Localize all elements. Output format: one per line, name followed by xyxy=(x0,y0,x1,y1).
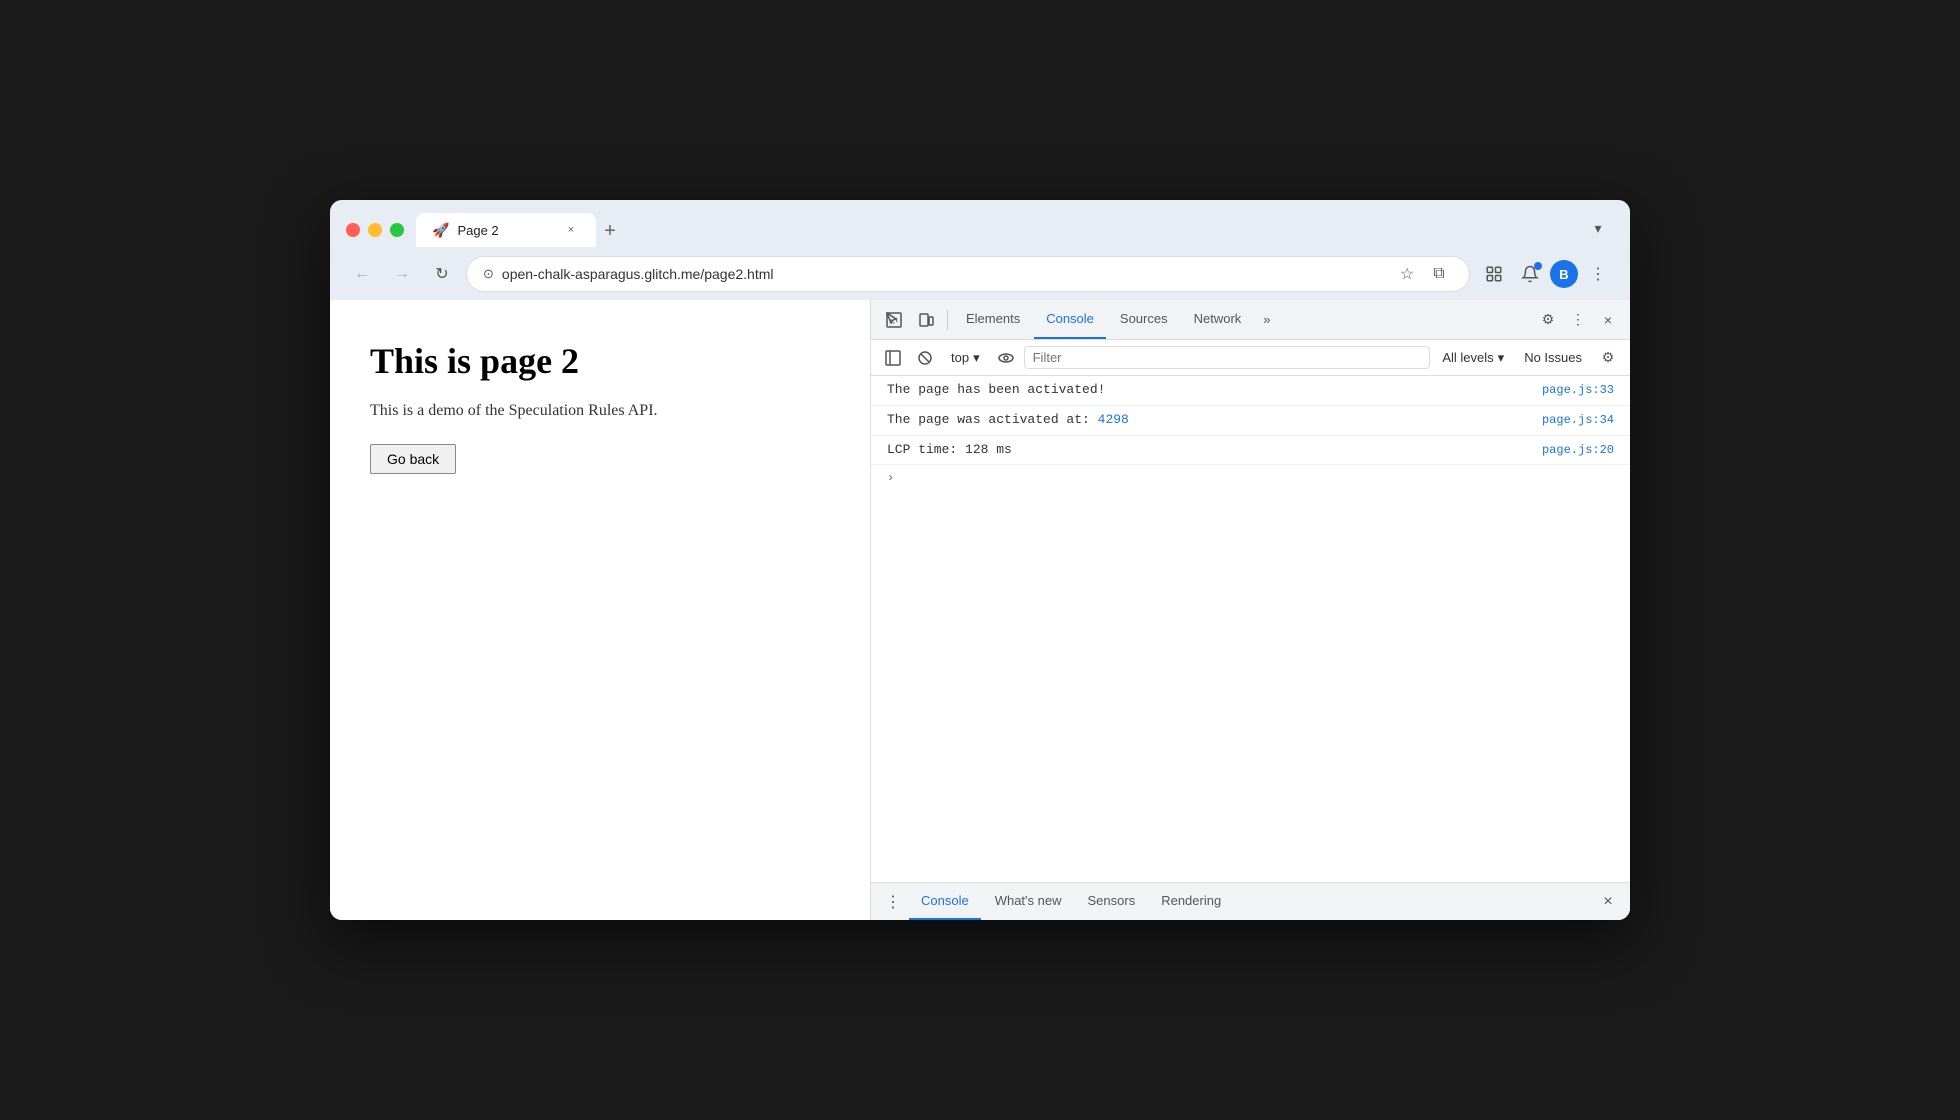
bookmark-button[interactable]: ☆ xyxy=(1393,260,1421,288)
console-context-selector[interactable]: top ▾ xyxy=(943,348,988,368)
console-filter-input[interactable] xyxy=(1024,346,1431,369)
reload-button[interactable]: ↻ xyxy=(426,258,458,290)
extension-button[interactable]: ⧉ xyxy=(1425,260,1453,288)
active-tab[interactable]: 🚀 Page 2 × xyxy=(416,213,596,247)
go-back-button[interactable]: Go back xyxy=(370,444,456,474)
levels-label: All levels xyxy=(1442,350,1493,365)
url-text: open-chalk-asparagus.glitch.me/page2.htm… xyxy=(502,266,1385,282)
drawer-close-button[interactable]: × xyxy=(1594,888,1622,916)
minimize-button[interactable] xyxy=(368,223,382,237)
browser-window: 🚀 Page 2 × + ▾ ← → ↻ ⊙ open-chalk-aspara… xyxy=(330,200,1630,920)
drawer-console-tab[interactable]: Console xyxy=(909,883,981,920)
page-heading: This is page 2 xyxy=(370,340,830,382)
log-entry-2: The page was activated at: 4298 page.js:… xyxy=(871,406,1630,436)
log-link-1[interactable]: page.js:33 xyxy=(1542,381,1614,400)
tab-separator xyxy=(947,310,948,330)
browser-actions: B ⋮ xyxy=(1478,258,1614,290)
devtools-tabs: Elements Console Sources Network » ⚙ ⋮ × xyxy=(871,300,1630,340)
extensions-button[interactable] xyxy=(1478,258,1510,290)
traffic-lights xyxy=(346,223,404,237)
console-chevron-icon: › xyxy=(887,469,894,488)
tab-close-button[interactable]: × xyxy=(562,221,580,239)
url-actions: ☆ ⧉ xyxy=(1393,260,1453,288)
console-tab[interactable]: Console xyxy=(1034,300,1106,339)
close-button[interactable] xyxy=(346,223,360,237)
tab-title: Page 2 xyxy=(457,223,554,238)
levels-dropdown-icon: ▾ xyxy=(1498,350,1505,366)
log-text-1: The page has been activated! xyxy=(887,380,1105,401)
elements-tab[interactable]: Elements xyxy=(954,300,1032,339)
devtools-tab-actions: ⚙ ⋮ × xyxy=(1534,306,1622,334)
log-value-2: 4298 xyxy=(1098,412,1129,427)
log-entry-1: The page has been activated! page.js:33 xyxy=(871,376,1630,406)
title-bar: 🚀 Page 2 × + ▾ xyxy=(330,200,1630,248)
sources-tab[interactable]: Sources xyxy=(1108,300,1180,339)
notification-button[interactable] xyxy=(1514,258,1546,290)
console-eye-button[interactable] xyxy=(992,344,1020,372)
console-settings-button[interactable]: ⚙ xyxy=(1594,344,1622,372)
no-issues-label: No Issues xyxy=(1516,348,1590,367)
log-text-2: The page was activated at: 4298 xyxy=(887,410,1129,431)
main-content: This is page 2 This is a demo of the Spe… xyxy=(330,300,1630,920)
devtools-menu-button[interactable]: ⋮ xyxy=(1564,306,1592,334)
console-levels-selector[interactable]: All levels ▾ xyxy=(1434,348,1512,368)
tab-favicon: 🚀 xyxy=(432,222,449,239)
drawer-sensors-tab[interactable]: Sensors xyxy=(1076,883,1148,920)
console-output: The page has been activated! page.js:33 … xyxy=(871,376,1630,882)
page-content: This is page 2 This is a demo of the Spe… xyxy=(330,300,870,920)
secure-icon: ⊙ xyxy=(483,266,494,282)
log-entry-3: LCP time: 128 ms page.js:20 xyxy=(871,436,1630,466)
inspect-icon[interactable] xyxy=(879,305,909,335)
log-link-3[interactable]: page.js:20 xyxy=(1542,441,1614,460)
drawer-menu-button[interactable]: ⋮ xyxy=(879,888,907,916)
log-link-2[interactable]: page.js:34 xyxy=(1542,411,1614,430)
tabs-area: 🚀 Page 2 × + xyxy=(416,213,1570,247)
url-bar[interactable]: ⊙ open-chalk-asparagus.glitch.me/page2.h… xyxy=(466,256,1470,292)
drawer-whats-new-tab[interactable]: What's new xyxy=(983,883,1074,920)
forward-button[interactable]: → xyxy=(386,258,418,290)
log-text-3: LCP time: 128 ms xyxy=(887,440,1012,461)
device-icon[interactable] xyxy=(911,305,941,335)
drawer-rendering-tab[interactable]: Rendering xyxy=(1149,883,1233,920)
devtools-close-button[interactable]: × xyxy=(1594,306,1622,334)
devtools-panel: Elements Console Sources Network » ⚙ ⋮ × xyxy=(870,300,1630,920)
tab-dropdown-button[interactable]: ▾ xyxy=(1582,212,1614,244)
console-prompt: › xyxy=(871,465,1630,492)
maximize-button[interactable] xyxy=(390,223,404,237)
profile-button[interactable]: B xyxy=(1550,260,1578,288)
devtools-drawer: ⋮ Console What's new Sensors Rendering × xyxy=(871,882,1630,920)
console-context-label: top xyxy=(951,350,969,365)
network-tab[interactable]: Network xyxy=(1182,300,1254,339)
console-clear-button[interactable] xyxy=(911,344,939,372)
notification-dot xyxy=(1534,262,1542,270)
page-description: This is a demo of the Speculation Rules … xyxy=(370,402,830,420)
back-button[interactable]: ← xyxy=(346,258,378,290)
devtools-settings-button[interactable]: ⚙ xyxy=(1534,306,1562,334)
address-bar: ← → ↻ ⊙ open-chalk-asparagus.glitch.me/p… xyxy=(330,248,1630,300)
new-tab-button[interactable]: + xyxy=(596,217,624,245)
context-dropdown-icon: ▾ xyxy=(973,350,980,366)
console-sidebar-button[interactable] xyxy=(879,344,907,372)
console-toolbar: top ▾ All levels ▾ No Issues ⚙ xyxy=(871,340,1630,376)
menu-button[interactable]: ⋮ xyxy=(1582,258,1614,290)
more-tabs-button[interactable]: » xyxy=(1255,300,1278,339)
